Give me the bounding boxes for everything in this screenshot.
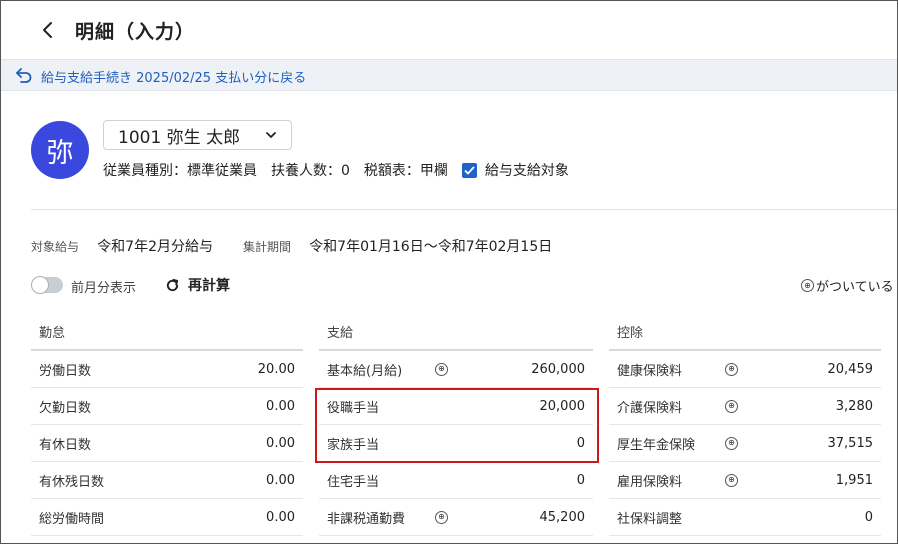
target-pay-label: 対象給与 [31, 240, 80, 254]
row-label: 総労働時間 [39, 511, 105, 527]
table-row[interactable]: 非課税通勤費 ⊕ 45,200 [319, 499, 593, 536]
row-value[interactable]: 0.00 [266, 510, 295, 525]
return-link[interactable]: 給与支給手続き 2025/02/25 支払い分に戻る [41, 67, 306, 86]
calc-indicator-icon: ⊕ [801, 279, 814, 292]
calc-indicator-icon: ⊕ [725, 436, 738, 450]
calc-indicator-icon: ⊕ [435, 510, 448, 524]
table-row[interactable]: 住宅手当 0 [319, 462, 593, 499]
deductions-section: 控除 健康保険料 ⊕ 20,459 介護保険料 ⊕ 3,280 厚生年金保険 ⊕… [609, 313, 881, 536]
toggle-knob [31, 276, 49, 294]
row-value[interactable]: 3,280 [836, 399, 873, 414]
recalc-label: 再計算 [188, 278, 230, 294]
attendance-section: 勤怠 労働日数 20.00 欠勤日数 0.00 有休日数 0.00 有休残日数 … [31, 313, 303, 536]
row-value[interactable]: 20,459 [828, 362, 874, 377]
calc-indicator-icon: ⊕ [725, 362, 738, 376]
target-pay-value: 令和7年2月分給与 [97, 239, 213, 255]
row-label: 有休日数 [39, 437, 92, 453]
chevron-down-icon [266, 132, 276, 138]
app-frame: 明細（入力） 給与支給手続き 2025/02/25 支払い分に戻る 弥 1001… [0, 0, 898, 544]
legend-note: ⊕ がついている [801, 276, 894, 295]
recalc-button[interactable]: 再計算 [165, 275, 230, 295]
attendance-title: 勤怠 [31, 313, 303, 351]
aggregation-period: 集計期間 令和7年01月16日〜令和7年02月15日 [243, 236, 552, 256]
return-icon[interactable] [15, 67, 33, 83]
payments-title: 支給 [319, 313, 593, 351]
row-label: 基本給(月給) [327, 363, 403, 379]
calc-indicator-icon: ⊕ [725, 473, 738, 487]
table-row[interactable]: 介護保険料 ⊕ 3,280 [609, 388, 881, 425]
row-label: 雇用保険料 [617, 474, 683, 490]
row-value[interactable]: 260,000 [531, 362, 585, 377]
row-label: 有休残日数 [39, 474, 105, 490]
row-value[interactable]: 37,515 [828, 436, 874, 451]
row-label: 厚生年金保険 [617, 437, 696, 453]
table-row[interactable]: 有休残日数 0.00 [31, 462, 303, 499]
row-label: 健康保険料 [617, 363, 683, 379]
row-label: 介護保険料 [617, 400, 683, 416]
highlight-annotation [315, 388, 599, 463]
divider [31, 209, 897, 210]
table-row[interactable]: 雇用保険料 ⊕ 1,951 [609, 462, 881, 499]
avatar: 弥 [31, 121, 89, 179]
table-row[interactable]: 基本給(月給) ⊕ 260,000 [319, 351, 593, 388]
row-label: 欠勤日数 [39, 400, 92, 416]
calc-indicator-icon: ⊕ [725, 399, 738, 413]
payroll-target-checkbox[interactable]: 給与支給対象 [461, 160, 569, 180]
employee-info: 従業員種別：標準従業員 扶養人数：0 税額表：甲欄 給与支給対象 [103, 160, 569, 180]
table-row[interactable]: 総労働時間 0.00 [31, 499, 303, 536]
row-value[interactable]: 1,951 [836, 473, 873, 488]
row-label: 社保料調整 [617, 511, 683, 527]
table-row[interactable]: 労働日数 20.00 [31, 351, 303, 388]
table-row[interactable]: 厚生年金保険 ⊕ 37,515 [609, 425, 881, 462]
employee-select[interactable]: 1001 弥生 太郎 [103, 120, 292, 150]
row-label: 住宅手当 [327, 474, 380, 490]
employee-type: 従業員種別：標準従業員 [103, 163, 257, 179]
page-header: 明細（入力） [1, 1, 897, 59]
tax-table: 税額表：甲欄 [363, 163, 448, 179]
row-value[interactable]: 20.00 [258, 362, 295, 377]
calc-indicator-icon: ⊕ [435, 362, 448, 376]
prev-month-label: 前月分表示 [71, 281, 137, 296]
table-row[interactable]: 健康保険料 ⊕ 20,459 [609, 351, 881, 388]
refresh-icon [166, 278, 179, 291]
page-title: 明細（入力） [75, 21, 196, 43]
row-value[interactable]: 0.00 [266, 473, 295, 488]
aggregation-period-label: 集計期間 [243, 240, 292, 254]
target-pay: 対象給与 令和7年2月分給与 [31, 236, 213, 256]
table-row[interactable]: 欠勤日数 0.00 [31, 388, 303, 425]
dependents-count: 扶養人数：0 [271, 163, 350, 179]
row-value[interactable]: 0 [865, 510, 873, 525]
legend-note-text: がついている [816, 280, 894, 295]
return-bar: 給与支給手続き 2025/02/25 支払い分に戻る [1, 59, 897, 91]
back-arrow-icon[interactable] [37, 19, 59, 41]
row-value[interactable]: 0.00 [266, 399, 295, 414]
checkbox-checked-icon[interactable] [461, 162, 477, 178]
row-value[interactable]: 45,200 [540, 510, 586, 525]
aggregation-period-value: 令和7年01月16日〜令和7年02月15日 [309, 239, 553, 255]
employee-select-value: 1001 弥生 太郎 [118, 127, 241, 148]
prev-month-toggle[interactable] [31, 276, 63, 294]
row-value[interactable]: 0 [577, 473, 585, 488]
row-value[interactable]: 0.00 [266, 436, 295, 451]
row-label: 労働日数 [39, 363, 92, 379]
table-row[interactable]: 社保料調整 0 [609, 499, 881, 536]
table-row[interactable]: 有休日数 0.00 [31, 425, 303, 462]
row-label: 非課税通勤費 [327, 511, 406, 527]
payroll-target-label: 給与支給対象 [484, 163, 569, 179]
deductions-title: 控除 [609, 313, 881, 351]
